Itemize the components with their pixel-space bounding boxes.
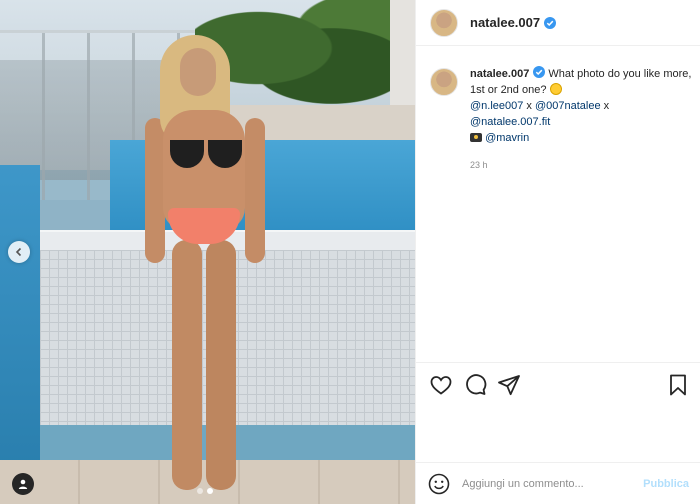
comment-icon [466, 374, 487, 395]
caption-text: natalee.007 What photo do you like more,… [470, 66, 692, 146]
post-header: natalee.007 [416, 0, 700, 46]
avatar[interactable] [430, 8, 458, 37]
mention-separator: x [600, 100, 610, 112]
mention-link[interactable]: @natalee.007.fit [470, 116, 550, 128]
share-icon [498, 375, 520, 396]
comment-input[interactable] [462, 477, 644, 490]
thinking-emoji-icon [549, 83, 562, 95]
like-button[interactable] [429, 373, 453, 397]
share-button[interactable] [497, 373, 521, 397]
mention-link[interactable]: @mavrin [485, 132, 529, 144]
mention-link[interactable]: @n.lee007 [470, 100, 523, 112]
save-button[interactable] [666, 373, 690, 397]
comment-form: Pubblica [416, 462, 700, 504]
chevron-left-icon [15, 247, 22, 257]
carousel-prev-button[interactable] [8, 241, 30, 263]
post-side-panel: natalee.007 natalee.007 What photo do yo… [415, 0, 700, 504]
bookmark-icon [670, 374, 686, 396]
user-tags-button[interactable] [12, 473, 34, 495]
heart-icon [430, 376, 452, 395]
post-timestamp[interactable]: 23 h [470, 160, 488, 170]
carousel-dot [197, 488, 203, 494]
instagram-post: natalee.007 natalee.007 What photo do yo… [0, 0, 700, 504]
comment-button[interactable] [463, 373, 487, 397]
caption-avatar[interactable] [430, 68, 458, 96]
carousel-dot-active [207, 488, 213, 494]
verified-badge-icon [533, 66, 546, 78]
emoji-picker-button[interactable] [428, 473, 450, 495]
mention-separator: x [523, 100, 535, 112]
publish-button[interactable]: Pubblica [643, 478, 689, 490]
verified-badge-icon [544, 16, 557, 29]
caption-username[interactable]: natalee.007 [470, 68, 529, 80]
post-photo [0, 0, 415, 504]
user-tag-icon [18, 479, 28, 489]
carousel-indicator [197, 488, 213, 494]
emoji-icon [428, 473, 450, 494]
camera-emoji-icon [470, 133, 482, 142]
caption: natalee.007 What photo do you like more,… [430, 66, 692, 146]
post-actions [416, 362, 700, 406]
author-username[interactable]: natalee.007 [470, 15, 540, 30]
mention-link[interactable]: @007natalee [535, 100, 601, 112]
